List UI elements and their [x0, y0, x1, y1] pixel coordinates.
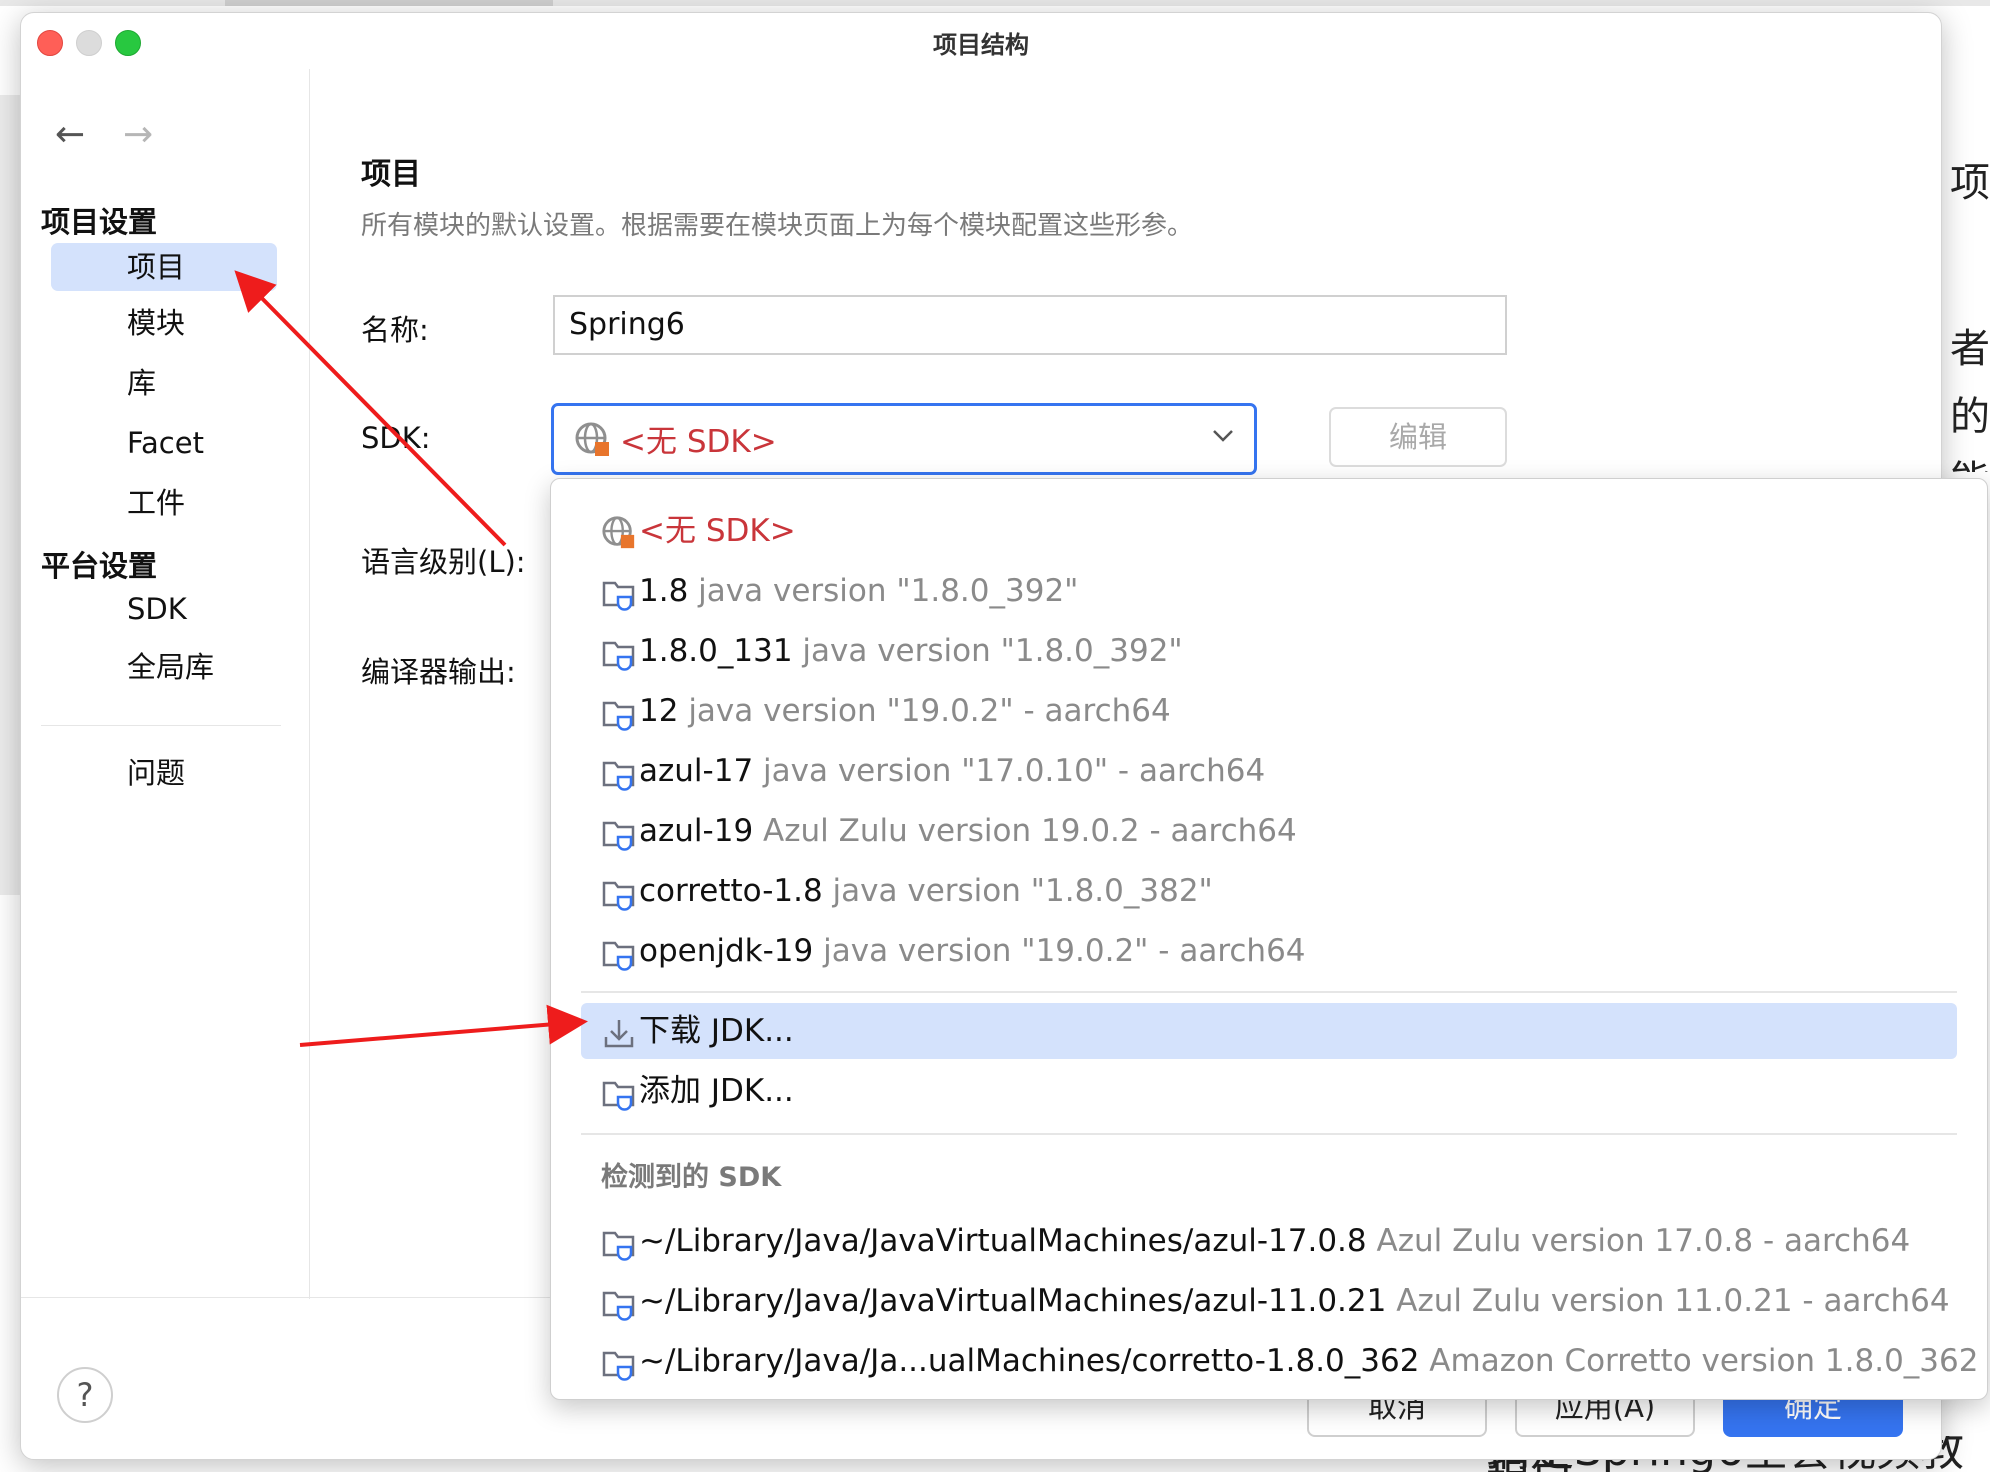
page-description: 所有模块的默认设置。根据需要在模块页面上为每个模块配置这些形参。	[361, 211, 1194, 241]
background-text-fragment: 能	[1950, 448, 1990, 472]
sdk-version: Amazon Corretto version 1.8.0_362	[1429, 1343, 1979, 1379]
dropdown-divider	[581, 1133, 1957, 1135]
sdk-path: ~/Library/Java/JavaVirtualMachines/azul-…	[639, 1223, 1367, 1259]
sidebar-item-problems[interactable]: 问题	[51, 749, 277, 797]
sidebar-item-label: 项目	[127, 250, 186, 284]
background-text-fragment: 者	[1950, 326, 1990, 372]
back-arrow-icon[interactable]: ←	[55, 114, 85, 155]
background-left-strip	[0, 95, 20, 895]
sdk-name: corretto-1.8	[639, 873, 823, 909]
sdk-dropdown-popup: <无 SDK> 1.8 java version "1.8.0_392" 1.8…	[550, 478, 1988, 1400]
jdk-folder-icon	[602, 1351, 635, 1381]
sdk-label: SDK:	[361, 421, 431, 455]
background-text-fragment: 的	[1950, 394, 1990, 440]
sidebar-divider	[41, 725, 281, 726]
globe-warning-icon	[602, 516, 635, 549]
sidebar-item-label: SDK	[127, 592, 187, 626]
sdk-option[interactable]: 1.8.0_131 java version "1.8.0_392"	[581, 623, 1957, 679]
background-tab-indicator	[225, 0, 553, 6]
sidebar-item-label: 模块	[127, 306, 186, 340]
sdk-name: azul-19	[639, 813, 754, 849]
sdk-option-label: <无 SDK>	[639, 513, 796, 549]
sdk-version: java version "1.8.0_382"	[832, 873, 1213, 909]
sdk-name: 1.8	[639, 573, 689, 609]
project-settings-title: 项目设置	[41, 205, 158, 239]
detected-sdk-option[interactable]: ~/Library/Java/JavaVirtualMachines/azul-…	[581, 1213, 1957, 1269]
sidebar-item-facet[interactable]: Facet	[51, 419, 277, 467]
platform-settings-title: 平台设置	[41, 549, 158, 583]
chevron-down-icon	[1213, 430, 1233, 442]
sdk-option[interactable]: openjdk-19 java version "19.0.2" - aarch…	[581, 923, 1957, 979]
sdk-option[interactable]: corretto-1.8 java version "1.8.0_382"	[581, 863, 1957, 919]
sidebar-item-label: 库	[127, 366, 157, 400]
sidebar-item-modules[interactable]: 模块	[51, 299, 277, 347]
sdk-name: 1.8.0_131	[639, 633, 793, 669]
sdk-dropdown[interactable]: <无 SDK>	[551, 403, 1257, 475]
add-jdk-option[interactable]: 添加 JDK...	[581, 1063, 1957, 1119]
sdk-option[interactable]: azul-19 Azul Zulu version 19.0.2 - aarch…	[581, 803, 1957, 859]
detected-sdk-header: 检测到的 SDK	[601, 1162, 782, 1193]
sdk-name: openjdk-19	[639, 933, 814, 969]
sdk-name: 12	[639, 693, 679, 729]
sdk-version: Azul Zulu version 19.0.2 - aarch64	[763, 813, 1297, 849]
sidebar-item-libraries[interactable]: 库	[51, 359, 277, 407]
sdk-option[interactable]: azul-17 java version "17.0.10" - aarch64	[581, 743, 1957, 799]
download-jdk-label: 下载 JDK...	[639, 1013, 794, 1049]
forward-arrow-icon[interactable]: →	[123, 114, 153, 155]
detected-sdk-option[interactable]: ~/Library/Java/JavaVirtualMachines/azul-…	[581, 1273, 1957, 1329]
help-button[interactable]: ?	[57, 1367, 113, 1423]
compiler-output-label: 编译器输出:	[361, 655, 516, 689]
sidebar-item-label: Facet	[127, 426, 204, 460]
dropdown-divider	[581, 991, 1957, 993]
sdk-path: ~/Library/Java/JavaVirtualMachines/azul-…	[639, 1283, 1387, 1319]
jdk-folder-icon	[602, 1081, 635, 1111]
sdk-version: java version "1.8.0_392"	[698, 573, 1079, 609]
page-title: 项目	[361, 157, 421, 192]
sidebar-item-sdk[interactable]: SDK	[51, 585, 277, 633]
sidebar-item-label: 全局库	[127, 650, 215, 684]
sidebar-item-project[interactable]: 项目	[51, 243, 277, 291]
sidebar-item-global-libraries[interactable]: 全局库	[51, 643, 277, 691]
window-title: 项目结构	[933, 31, 1029, 59]
sdk-version: java version "17.0.10" - aarch64	[763, 753, 1266, 789]
download-jdk-option[interactable]: 下载 JDK...	[581, 1003, 1957, 1059]
sdk-version: java version "1.8.0_392"	[802, 633, 1183, 669]
language-level-label: 语言级别(L):	[361, 545, 526, 579]
project-name-input[interactable]: Spring6	[553, 295, 1507, 355]
download-icon	[604, 1020, 634, 1048]
globe-warning-icon	[575, 422, 609, 456]
sdk-option[interactable]: 1.8 java version "1.8.0_392"	[581, 563, 1957, 619]
jdk-folder-icon	[602, 881, 635, 911]
name-label: 名称:	[361, 313, 429, 347]
sdk-selected-value: <无 SDK>	[620, 424, 777, 460]
jdk-folder-icon	[602, 941, 635, 971]
edit-sdk-button[interactable]: 编辑	[1329, 407, 1507, 467]
sdk-option-none[interactable]: <无 SDK>	[581, 503, 1957, 559]
sdk-version: java version "19.0.2" - aarch64	[823, 933, 1306, 969]
sidebar-item-label: 问题	[127, 756, 186, 790]
add-jdk-label: 添加 JDK...	[639, 1073, 794, 1109]
sidebar: ← → 项目设置 项目 模块 库 Facet 工件 平台设置 SDK 全局库 问…	[21, 69, 310, 1299]
sdk-version: Azul Zulu version 11.0.21 - aarch64	[1396, 1283, 1950, 1319]
jdk-folder-icon	[602, 1231, 635, 1261]
sdk-option[interactable]: 12 java version "19.0.2" - aarch64	[581, 683, 1957, 739]
title-bar: 项目结构	[21, 13, 1941, 69]
detected-sdk-option[interactable]: ~/Library/Java/Ja...ualMachines/corretto…	[581, 1333, 1978, 1389]
sidebar-item-artifacts[interactable]: 工件	[51, 479, 277, 527]
jdk-folder-icon	[602, 761, 635, 791]
sdk-name: azul-17	[639, 753, 754, 789]
sdk-path: ~/Library/Java/Ja...ualMachines/corretto…	[639, 1343, 1420, 1379]
sdk-version: java version "19.0.2" - aarch64	[688, 693, 1171, 729]
background-text-fragment: 项	[1950, 160, 1990, 206]
sidebar-item-label: 工件	[127, 486, 186, 520]
jdk-folder-icon	[602, 821, 635, 851]
jdk-folder-icon	[602, 641, 635, 671]
jdk-folder-icon	[602, 581, 635, 611]
sdk-version: Azul Zulu version 17.0.8 - aarch64	[1376, 1223, 1911, 1259]
jdk-folder-icon	[602, 701, 635, 731]
jdk-folder-icon	[602, 1291, 635, 1321]
